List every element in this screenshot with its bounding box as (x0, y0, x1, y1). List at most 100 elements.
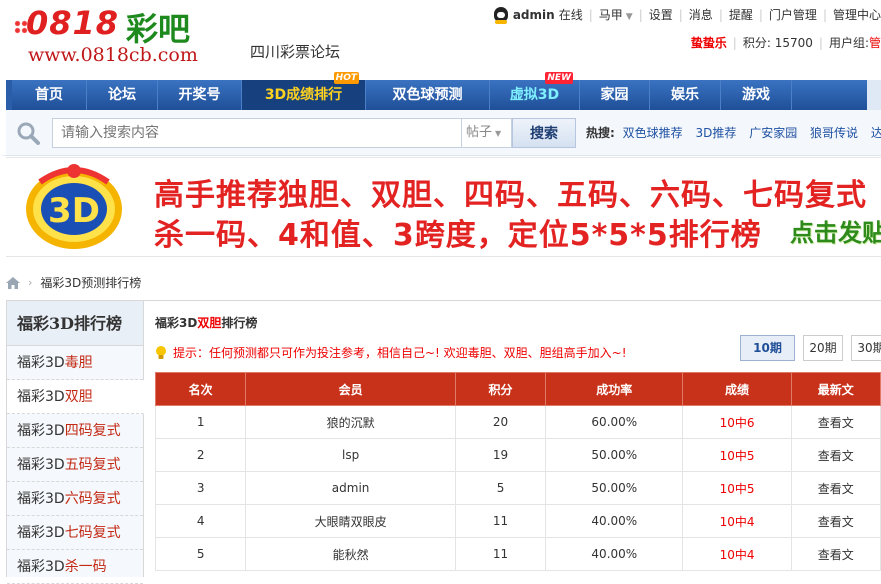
cell-result: 10中4 (682, 537, 792, 571)
main-nav: 首页 论坛 开奖号 3D成绩排行 HOT 双色球预测 虚拟3D NEW 家园 娱乐 … (0, 72, 881, 110)
search-input[interactable] (52, 118, 462, 148)
points-value: 15700 (774, 36, 813, 50)
period-30-button[interactable]: 30期 (851, 335, 881, 361)
nav-item-games[interactable]: 游戏 (721, 80, 792, 110)
sidebar-item-four-code[interactable]: 福彩3D四码复式 (7, 414, 143, 448)
online-status: 在线 (558, 8, 583, 22)
sidebar-item-single-dan[interactable]: 福彩3D毒胆 (7, 346, 143, 380)
hot-search-link[interactable]: 广安家园 (749, 126, 797, 140)
col-header-success-rate: 成功率 (545, 372, 684, 406)
banner-post-cta[interactable]: 点击发贴 (790, 213, 881, 248)
nav-item-entertainment[interactable]: 娱乐 (650, 80, 721, 110)
search-button[interactable]: 搜索 (512, 118, 576, 148)
page-title: 福彩3D双胆排行榜 (155, 314, 257, 331)
search-icon (17, 122, 40, 145)
cell-success-rate: 40.00% (545, 504, 684, 538)
cell-rank: 3 (154, 471, 247, 505)
sidebar-item-six-code[interactable]: 福彩3D六码复式 (7, 482, 143, 516)
home-icon[interactable] (6, 276, 20, 289)
display-name-link[interactable]: 蛰蛰乐 (691, 34, 727, 51)
nav-label: 开奖号 (178, 87, 221, 103)
banner-subline: 杀一码、4和值、3跨度，定位5*5*5排行榜 (154, 218, 762, 253)
sidebar-item-seven-code[interactable]: 福彩3D七码复式 (7, 516, 143, 550)
hot-label: 热搜: (586, 126, 615, 140)
nav-item-draw-results[interactable]: 开奖号 (158, 80, 242, 110)
cell-member[interactable]: lsp (245, 438, 456, 472)
cell-view-post-link[interactable]: 查看文 (790, 471, 881, 505)
rank-dropdown[interactable]: 马甲 ▼ (599, 6, 633, 23)
cell-member[interactable]: 大眼睛双眼皮 (245, 504, 456, 538)
ranking-content: 福彩3D双胆排行榜 提示：任何预测都只可作为投注参考，相信自己~! 欢迎毒胆、双… (144, 301, 881, 577)
col-header-latest-post: 最新文 (790, 372, 881, 406)
sidebar-item-prefix: 福彩3D (17, 457, 65, 473)
divider: | (818, 35, 823, 50)
nav-item-ssq-forecast[interactable]: 双色球预测 (366, 80, 490, 110)
cell-member[interactable]: 能秋然 (245, 537, 456, 571)
banner-headline: 高手推荐独胆、双胆、四码、五码、六码、七码复式 (154, 178, 867, 213)
tip-text: 提示：任何预测都只可作为投注参考，相信自己~! 欢迎毒胆、双胆、胆组高手加入~! (173, 346, 627, 360)
reminders-link[interactable]: 提醒 (729, 6, 753, 23)
table-row: 4 大眼睛双眼皮 11 40.00% 10中4 查看文 (154, 504, 881, 538)
chevron-down-icon: ▼ (495, 129, 502, 138)
promo-banner[interactable]: 3D 高手推荐独胆、双胆、四码、五码、六码、七码复式 杀一码、4和值、3跨度，定… (6, 157, 881, 257)
cell-result: 10中5 (682, 471, 792, 505)
nav-item-virtual-3d[interactable]: 虚拟3D NEW (490, 72, 580, 110)
cell-view-post-link[interactable]: 查看文 (790, 504, 881, 538)
ranking-table: 名次 会员 积分 成功率 成绩 最新文 1 狼的沉默 20 60.00% 10中… (154, 372, 881, 571)
nav-item-home[interactable]: 首页 (12, 80, 87, 110)
cell-rank: 5 (154, 537, 247, 571)
search-type-select[interactable]: 帖子 ▼ (462, 118, 512, 148)
col-header-result: 成绩 (682, 372, 792, 406)
hot-search-link[interactable]: 3D推荐 (695, 126, 736, 140)
divider: | (588, 7, 593, 22)
cell-view-post-link[interactable]: 查看文 (790, 405, 881, 439)
username-link[interactable]: admin (513, 8, 555, 22)
cell-view-post-link[interactable]: 查看文 (790, 438, 881, 472)
title-suffix: 排行榜 (221, 316, 258, 330)
sidebar-item-prefix: 福彩3D (17, 491, 65, 507)
cell-member[interactable]: admin (245, 471, 456, 505)
period-10-button[interactable]: 10期 (740, 335, 795, 361)
cell-rank: 2 (154, 438, 247, 472)
cell-success-rate: 60.00% (545, 405, 684, 439)
messages-link[interactable]: 消息 (689, 6, 713, 23)
nav-label: 论坛 (108, 87, 136, 103)
sidebar-item-prefix: 福彩3D (17, 559, 65, 575)
sidebar-item-prefix: 福彩3D (17, 355, 65, 371)
cell-success-rate: 50.00% (545, 471, 684, 505)
header: 0818 彩吧 www.0818cb.com 四川彩票论坛 admin 在线 |… (0, 0, 881, 80)
site-logo[interactable]: 0818 彩吧 www.0818cb.com (14, 4, 214, 68)
col-header-rank: 名次 (154, 372, 247, 406)
sidebar-item-prefix: 福彩3D (17, 525, 65, 541)
nav-label: 家园 (600, 87, 629, 103)
period-20-button[interactable]: 20期 (803, 335, 843, 361)
nav-item-3d-ranking[interactable]: 3D成绩排行 HOT (242, 72, 366, 110)
sidebar-item-double-dan[interactable]: 福彩3D双胆 (7, 380, 144, 414)
breadcrumb-separator-icon: › (28, 276, 33, 289)
nav-item-home-space[interactable]: 家园 (580, 80, 650, 110)
cell-points: 20 (454, 405, 547, 439)
admin-center-link[interactable]: 管理中心 (833, 6, 881, 23)
nav-item-forum[interactable]: 论坛 (87, 80, 158, 110)
breadcrumb-current[interactable]: 福彩3D预测排行榜 (40, 274, 141, 291)
table-row: 2 lsp 19 50.00% 10中5 查看文 (154, 438, 881, 472)
sidebar-item-five-code[interactable]: 福彩3D五码复式 (7, 448, 143, 482)
group-value[interactable]: 管 (869, 34, 881, 51)
sidebar-item-kill-one[interactable]: 福彩3D杀一码 (7, 550, 143, 584)
cell-view-post-link[interactable]: 查看文 (790, 537, 881, 571)
settings-link[interactable]: 设置 (649, 6, 673, 23)
table-row: 3 admin 5 50.00% 10中5 查看文 (154, 471, 881, 505)
portal-admin-link[interactable]: 门户管理 (769, 6, 817, 23)
points-link[interactable]: 积分: 15700 (743, 34, 813, 51)
sidebar-item-suffix: 毒胆 (64, 355, 93, 371)
sidebar-item-prefix: 福彩3D (17, 423, 65, 439)
hot-search-link[interactable]: 达州张 (871, 126, 881, 140)
nav-end-cap (867, 80, 881, 110)
sidebar-item-suffix: 杀一码 (64, 559, 107, 575)
hot-search-link[interactable]: 双色球推荐 (623, 126, 683, 140)
cell-points: 11 (454, 537, 547, 571)
cell-member[interactable]: 狼的沉默 (245, 405, 456, 439)
col-header-points: 积分 (454, 372, 547, 406)
cell-result: 10中4 (682, 504, 792, 538)
hot-search-link[interactable]: 狼哥传说 (810, 126, 858, 140)
